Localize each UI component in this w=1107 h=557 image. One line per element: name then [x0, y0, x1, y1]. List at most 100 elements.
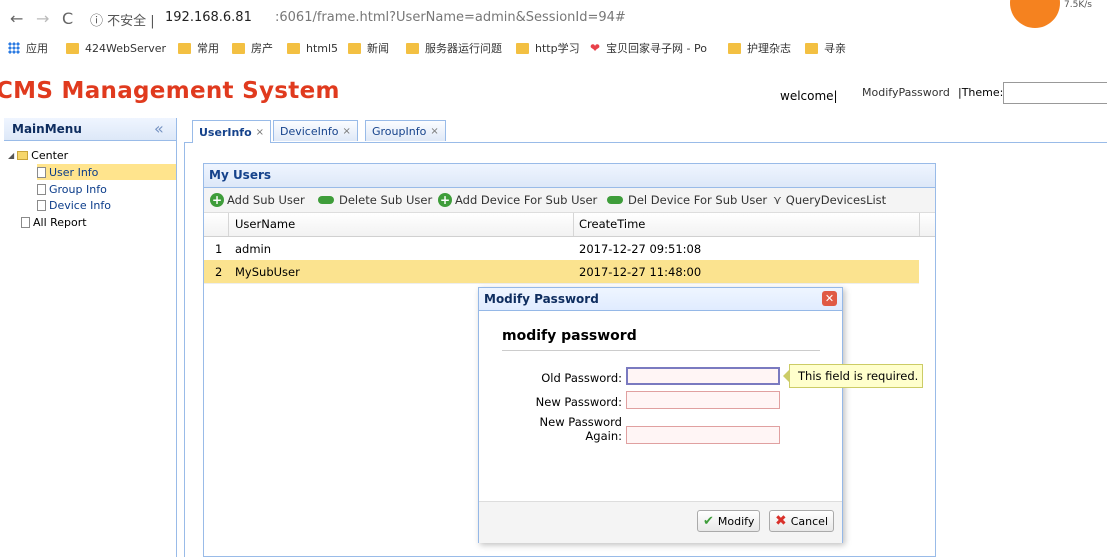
- close-icon[interactable]: ✕: [822, 291, 837, 306]
- tab-groupinfo[interactable]: GroupInfo ×: [365, 120, 446, 141]
- column-separator: [573, 213, 574, 236]
- add-icon: +: [438, 193, 452, 207]
- modify-button[interactable]: ✔ Modify: [697, 510, 761, 532]
- new-password-again-label: New Password: [539, 415, 622, 429]
- grid-toolbar: + Add Sub User Delete Sub User + Add Devic…: [204, 188, 935, 213]
- extension-speed: 7.5K/s: [1064, 0, 1092, 10]
- heart-icon: ❤: [590, 41, 601, 55]
- dialog-footer: ✔ Modify ✖ Cancel: [479, 501, 842, 543]
- dialog-title-bar[interactable]: Modify Password ✕: [479, 288, 842, 311]
- table-row[interactable]: 1 admin 2017-12-27 09:51:08: [204, 237, 919, 261]
- cell-username: MySubUser: [235, 265, 300, 279]
- tab-deviceinfo[interactable]: DeviceInfo ×: [273, 120, 358, 141]
- modify-password-link[interactable]: ModifyPassword: [862, 86, 950, 99]
- new-password-label: New Password:: [535, 395, 622, 409]
- grid-title: My Users: [209, 168, 272, 182]
- column-separator: [919, 213, 920, 236]
- folder-icon: [348, 42, 361, 54]
- folder-icon: [178, 42, 191, 54]
- folder-icon: [406, 42, 419, 54]
- theme-label: |Theme:: [958, 86, 1004, 99]
- table-row-selected[interactable]: 2 MySubUser 2017-12-27 11:48:00: [204, 260, 919, 284]
- content-border: [184, 142, 185, 557]
- bookmark-item[interactable]: 新闻: [348, 40, 389, 56]
- column-header-username[interactable]: UserName: [235, 217, 295, 231]
- document-icon: [37, 199, 46, 211]
- dialog-heading: modify password: [502, 328, 637, 344]
- collapse-icon[interactable]: «: [154, 119, 164, 138]
- bookmark-apps[interactable]: 应用: [8, 40, 48, 56]
- bookmark-item[interactable]: 424WebServer: [66, 40, 166, 56]
- tree-item-device-info[interactable]: Device Info: [37, 197, 111, 213]
- old-password-input[interactable]: [626, 367, 780, 385]
- tree-item-group-info[interactable]: Group Info: [37, 181, 107, 197]
- close-icon[interactable]: ×: [430, 126, 438, 137]
- main-menu-header: MainMenu «: [4, 118, 176, 141]
- remove-icon: [607, 196, 623, 204]
- url-host[interactable]: 192.168.6.81: [165, 10, 252, 25]
- main-menu-panel: MainMenu « ◢ Center User Info Group Info…: [4, 118, 177, 557]
- query-devices-list-button[interactable]: ⋎ QueryDevicesList: [773, 192, 886, 208]
- new-password-input[interactable]: [626, 391, 780, 409]
- tree-item-user-info[interactable]: User Info: [37, 164, 98, 180]
- tab-strip: UserInfo × DeviceInfo × GroupInfo ×: [184, 118, 1107, 143]
- bookmark-item[interactable]: 房产: [232, 40, 273, 56]
- document-icon: [37, 183, 46, 195]
- document-icon: [21, 216, 30, 228]
- expand-triangle-icon[interactable]: ◢: [8, 151, 14, 160]
- folder-icon: [232, 42, 245, 54]
- close-icon[interactable]: ×: [342, 126, 350, 137]
- checkmark-icon: ✔: [703, 513, 714, 529]
- divider: [502, 350, 820, 351]
- new-password-again-label-line2: Again:: [585, 429, 622, 443]
- row-number: 1: [215, 242, 223, 256]
- modify-password-dialog: Modify Password ✕ modify password Old Pa…: [478, 287, 843, 543]
- folder-icon: [805, 42, 818, 54]
- bookmark-item[interactable]: html5: [287, 40, 338, 56]
- cell-createtime: 2017-12-27 09:51:08: [579, 242, 702, 256]
- old-password-label: Old Password:: [541, 371, 622, 385]
- row-number: 2: [215, 265, 223, 279]
- folder-icon: [516, 42, 529, 54]
- cell-createtime: 2017-12-27 11:48:00: [579, 265, 702, 279]
- validation-tooltip: This field is required.: [789, 364, 923, 388]
- folder-icon: [287, 42, 300, 54]
- tree-item-center[interactable]: ◢ Center: [8, 147, 68, 163]
- cancel-icon: ✖: [775, 513, 787, 529]
- folder-icon: [66, 42, 79, 54]
- del-device-for-sub-user-button[interactable]: Del Device For Sub User: [607, 192, 767, 208]
- tree-item-all-report[interactable]: All Report: [21, 214, 87, 230]
- tab-userinfo[interactable]: UserInfo ×: [192, 120, 272, 143]
- filter-icon: ⋎: [773, 193, 782, 207]
- cancel-button[interactable]: ✖ Cancel: [769, 510, 834, 532]
- bookmark-item[interactable]: ❤ 宝贝回家寻子网 - Po: [590, 40, 707, 56]
- apps-icon: [8, 42, 20, 54]
- dialog-body: modify password Old Password: New Passwo…: [479, 311, 842, 501]
- forward-icon[interactable]: →: [36, 9, 49, 28]
- main-menu-title: MainMenu: [12, 122, 82, 136]
- cell-username: admin: [235, 242, 272, 256]
- column-separator: [228, 213, 229, 236]
- bookmark-item[interactable]: 服务器运行问题: [406, 40, 502, 56]
- url-path[interactable]: :6061/frame.html?UserName=admin&SessionI…: [275, 10, 626, 25]
- back-icon[interactable]: ←: [10, 9, 23, 28]
- document-icon: [37, 166, 46, 178]
- theme-select[interactable]: [1003, 82, 1107, 104]
- reload-icon[interactable]: C: [62, 9, 73, 28]
- column-header-createtime[interactable]: CreateTime: [579, 217, 645, 231]
- add-device-for-sub-user-button[interactable]: + Add Device For Sub User: [438, 192, 597, 208]
- bookmark-item[interactable]: 常用: [178, 40, 219, 56]
- bookmark-item[interactable]: http学习: [516, 40, 580, 56]
- bookmark-item[interactable]: 寻亲: [805, 40, 846, 56]
- delete-sub-user-button[interactable]: Delete Sub User: [318, 192, 432, 208]
- welcome-text: welcome|: [780, 89, 838, 103]
- folder-icon: [728, 42, 741, 54]
- security-indicator[interactable]: ⓘ 不安全 |: [90, 10, 155, 29]
- grid-title-bar: My Users: [204, 164, 935, 188]
- bookmark-item[interactable]: 护理杂志: [728, 40, 791, 56]
- remove-icon: [318, 196, 334, 204]
- grid-header: UserName CreateTime: [204, 213, 935, 237]
- close-icon[interactable]: ×: [256, 127, 264, 138]
- add-sub-user-button[interactable]: + Add Sub User: [210, 192, 305, 208]
- new-password-again-input[interactable]: [626, 426, 780, 444]
